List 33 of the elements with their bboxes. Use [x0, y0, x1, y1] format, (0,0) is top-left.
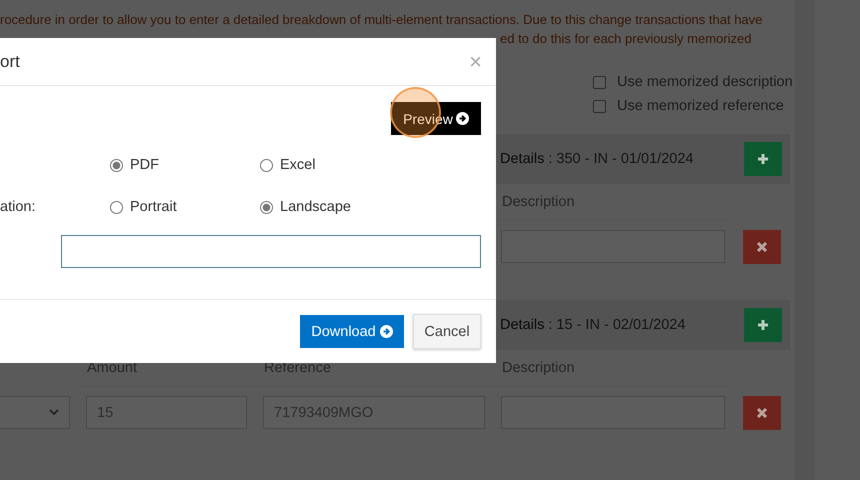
radio-button[interactable]: [110, 158, 123, 172]
notice-text: rocedure in order to allow you to enter a detailed breakdown of multi-element transactions. Due to this change transactions that have: [0, 11, 764, 29]
x-icon: [756, 242, 766, 252]
checkbox[interactable]: [593, 76, 606, 88]
delete-button[interactable]: [742, 230, 780, 264]
radio-button[interactable]: [110, 200, 123, 214]
select-field[interactable]: [0, 396, 70, 429]
field-label: ation:: [0, 199, 36, 215]
plus-icon: [757, 319, 769, 331]
checkbox-label: Use memorized description: [617, 74, 793, 90]
delete-button[interactable]: [742, 396, 780, 430]
add-button[interactable]: [744, 308, 782, 342]
radio-label: PDF: [130, 157, 159, 173]
checkbox-label: Use memorized reference: [617, 98, 784, 114]
notice-text: ed to do this for each previously memorized: [499, 30, 752, 48]
arrow-right-circle-icon: [380, 325, 393, 338]
radio-button[interactable]: [260, 158, 273, 172]
checkbox[interactable]: [593, 100, 606, 112]
radio-label: Portrait: [130, 199, 177, 215]
modal-title: ort: [0, 52, 20, 72]
panel-title: Details : 15 - IN - 02/01/2024: [500, 317, 686, 333]
add-button[interactable]: [744, 142, 782, 176]
text-input[interactable]: [61, 235, 481, 268]
radio-label: Excel: [280, 157, 316, 173]
plus-icon: [757, 153, 769, 165]
x-icon: [756, 408, 766, 418]
panel-title: Details : 350 - IN - 01/01/2024: [500, 151, 694, 167]
radio-button[interactable]: [260, 200, 273, 214]
cancel-button[interactable]: Cancel: [413, 314, 481, 349]
download-button[interactable]: Download: [300, 315, 404, 348]
chevron-down-icon: [49, 409, 59, 416]
arrow-right-circle-icon: [456, 112, 469, 125]
radio-label: Landscape: [280, 199, 351, 215]
